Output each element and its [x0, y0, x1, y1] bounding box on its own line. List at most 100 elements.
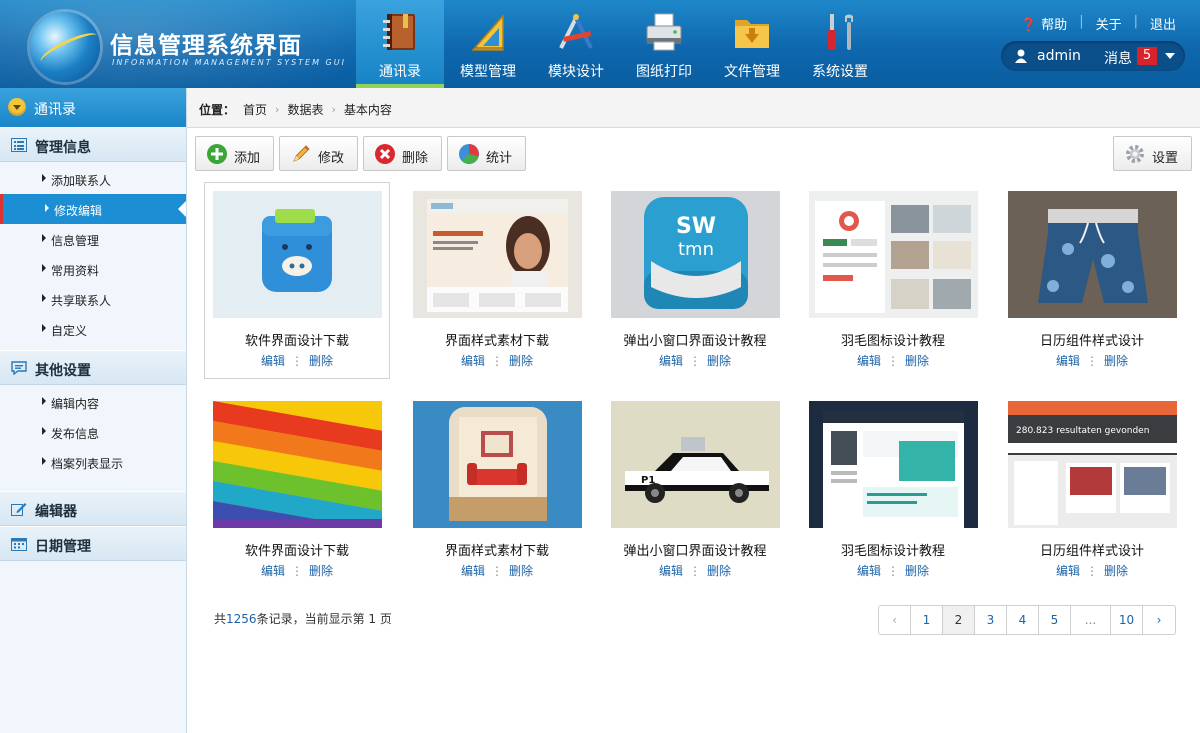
card-edit-link[interactable]: 编辑 [461, 564, 485, 578]
grid-card[interactable]: 界面样式素材下载 编辑 ⋮ 删除 [404, 392, 590, 589]
card-delete-link[interactable]: 删除 [707, 354, 731, 368]
grid-card[interactable]: 羽毛图标设计教程 编辑 ⋮ 删除 [800, 392, 986, 589]
sidebar-item-edit[interactable]: 修改编辑 [0, 194, 186, 224]
about-link[interactable]: 关于 [1096, 14, 1122, 33]
page-button[interactable]: 1 [911, 606, 943, 634]
nav-address-book[interactable]: 通讯录 [356, 0, 444, 88]
nav-label: 模块设计 [548, 64, 604, 80]
grid-card[interactable]: 日历组件样式设计 编辑 ⋮ 删除 [999, 182, 1185, 379]
sidebar-item-archive-list[interactable]: 档案列表显示 [0, 447, 186, 477]
card-delete-link[interactable]: 删除 [509, 564, 533, 578]
card-edit-link[interactable]: 编辑 [261, 354, 285, 368]
nav-label: 通讯录 [379, 64, 421, 80]
delete-button[interactable]: 删除 [363, 136, 442, 171]
messages-badge[interactable]: 5 [1137, 47, 1157, 65]
card-delete-link[interactable]: 删除 [1104, 354, 1128, 368]
add-button[interactable]: 添加 [195, 136, 274, 171]
delete-label: 删除 [402, 151, 429, 166]
card-edit-link[interactable]: 编辑 [461, 354, 485, 368]
caret-right-icon [42, 457, 46, 465]
card-actions: 编辑 ⋮ 删除 [205, 352, 389, 369]
sidebar-item-custom[interactable]: 自定义 [0, 314, 186, 344]
card-title: 软件界面设计下载 [244, 334, 349, 349]
sidebar-group-date-management[interactable]: 日期管理 [0, 526, 186, 561]
card-edit-link[interactable]: 编辑 [1056, 354, 1080, 368]
divider: ⋮ [491, 564, 503, 578]
page-button-current[interactable]: 2 [943, 606, 975, 634]
nav-label: 文件管理 [724, 64, 780, 80]
prev-page-button[interactable]: ‹ [879, 606, 911, 634]
sidebar-item-info-management[interactable]: 信息管理 [0, 224, 186, 254]
breadcrumb-home[interactable]: 首页 [243, 101, 267, 118]
sidebar-group-manage-info[interactable]: 管理信息 [0, 127, 186, 162]
nav-label: 模型管理 [460, 64, 516, 80]
sidebar-item-publish[interactable]: 发布信息 [0, 417, 186, 447]
card-delete-link[interactable]: 删除 [905, 564, 929, 578]
card-edit-link[interactable]: 编辑 [261, 564, 285, 578]
username[interactable]: admin [1037, 48, 1081, 64]
nav-system-settings[interactable]: 系统设置 [796, 0, 884, 88]
sidebar-header[interactable]: 通讯录 [0, 88, 186, 127]
grid-card[interactable]: 软件界面设计下载 编辑 ⋮ 删除 [204, 392, 390, 589]
sidebar-item-shared-contacts[interactable]: 共享联系人 [0, 284, 186, 314]
page-button[interactable]: 10 [1111, 606, 1143, 634]
pie-chart-icon [459, 144, 479, 164]
card-edit-link[interactable]: 编辑 [659, 354, 683, 368]
settings-button[interactable]: 设置 [1113, 136, 1192, 171]
divider: ⋮ [1086, 564, 1098, 578]
card-actions: 编辑 ⋮ 删除 [801, 352, 985, 369]
card-edit-link[interactable]: 编辑 [1056, 564, 1080, 578]
printer-icon [646, 13, 682, 51]
card-delete-link[interactable]: 删除 [309, 564, 333, 578]
sidebar-group-label: 管理信息 [35, 140, 91, 156]
card-edit-link[interactable]: 编辑 [857, 354, 881, 368]
grid-card[interactable]: 软件界面设计下载 编辑 ⋮ 删除 [204, 182, 390, 379]
page-button[interactable]: 5 [1039, 606, 1071, 634]
breadcrumb-datatable[interactable]: 数据表 [287, 101, 323, 118]
sidebar-item-common-data[interactable]: 常用资料 [0, 254, 186, 284]
help-label: 帮助 [1041, 18, 1068, 33]
chevron-down-icon[interactable] [1165, 53, 1175, 59]
nav-model-management[interactable]: 模型管理 [444, 0, 532, 88]
website-template-thumbnail [413, 191, 582, 318]
nav-file-management[interactable]: 文件管理 [708, 0, 796, 88]
nav-module-design[interactable]: 模块设计 [532, 0, 620, 88]
sidebar-group-other-settings[interactable]: 其他设置 [0, 350, 186, 385]
police-car-thumbnail: P1 [611, 401, 780, 528]
sidebar-item-add-contact[interactable]: 添加联系人 [0, 164, 186, 194]
divider: ⋮ [291, 354, 303, 368]
card-title: 软件界面设计下载 [244, 544, 349, 559]
card-delete-link[interactable]: 删除 [905, 354, 929, 368]
toolbar: 添加 修改 删除 统计 设置 [195, 136, 1192, 171]
messages-label[interactable]: 消息 [1104, 48, 1132, 68]
card-delete-link[interactable]: 删除 [1104, 564, 1128, 578]
card-delete-link[interactable]: 删除 [707, 564, 731, 578]
grid-card[interactable]: SW tmn 弹出小窗口界面设计教程 编辑 ⋮ 删除 [602, 182, 788, 379]
grid-card[interactable]: 界面样式素材下载 编辑 ⋮ 删除 [404, 182, 590, 379]
card-delete-link[interactable]: 删除 [309, 354, 333, 368]
stats-button[interactable]: 统计 [447, 136, 526, 171]
sidebar-group-editor[interactable]: 编辑器 [0, 491, 186, 526]
nav-drawing-print[interactable]: 图纸打印 [620, 0, 708, 88]
caret-right-icon [42, 234, 46, 242]
page-button[interactable]: 3 [975, 606, 1007, 634]
logout-link[interactable]: 退出 [1150, 14, 1176, 33]
page-button[interactable]: 4 [1007, 606, 1039, 634]
record-count: 1256 [226, 612, 257, 626]
card-actions: 编辑 ⋮ 删除 [1000, 562, 1184, 579]
next-page-button[interactable]: › [1143, 606, 1175, 634]
grid-card[interactable]: P1 弹出小窗口界面设计教程 编辑 ⋮ 删除 [602, 392, 788, 589]
card-edit-link[interactable]: 编辑 [857, 564, 881, 578]
divider: ⋮ [689, 564, 701, 578]
card-delete-link[interactable]: 删除 [509, 354, 533, 368]
help-link[interactable]: ❓ 帮助 [1021, 14, 1067, 33]
caret-right-icon [42, 427, 46, 435]
sidebar-item-label: 档案列表显示 [51, 457, 124, 471]
sidebar-item-edit-content[interactable]: 编辑内容 [0, 387, 186, 417]
card-edit-link[interactable]: 编辑 [659, 564, 683, 578]
summary-prefix: 共 [214, 612, 227, 626]
edit-button[interactable]: 修改 [279, 136, 358, 171]
grid-card[interactable]: 280.823 resultaten gevonden 日历组件样式设计 编辑 ⋮… [999, 392, 1185, 589]
grid-card[interactable]: 羽毛图标设计教程 编辑 ⋮ 删除 [800, 182, 986, 379]
list-icon [11, 138, 27, 152]
